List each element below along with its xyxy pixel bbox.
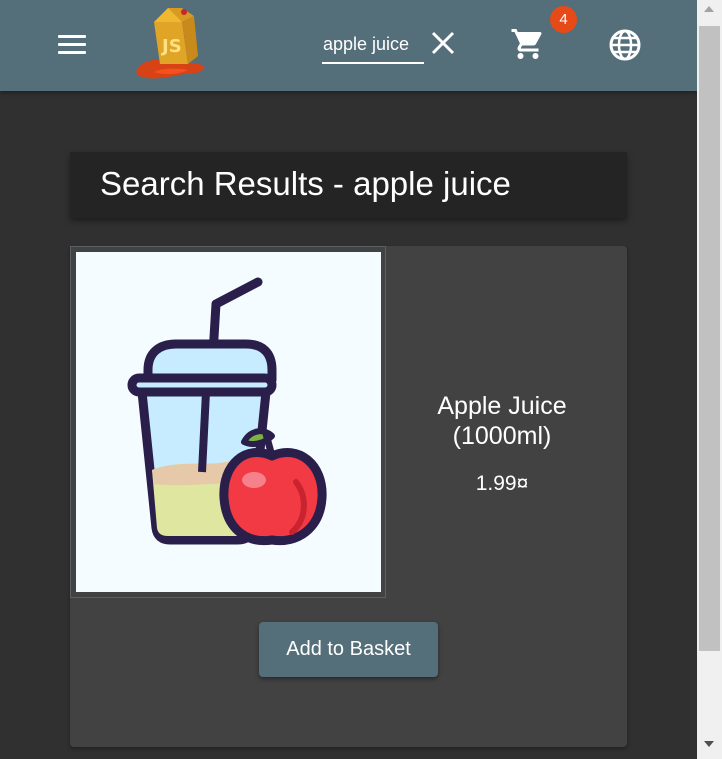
product-image-frame[interactable]	[70, 246, 386, 598]
scroll-up-arrow-icon[interactable]	[704, 6, 714, 12]
vertical-scrollbar[interactable]	[697, 0, 722, 759]
scrollbar-thumb[interactable]	[699, 26, 720, 651]
basket-button[interactable]	[510, 26, 546, 62]
product-card: Apple Juice (1000ml) 1.99¤ Add to Basket	[70, 246, 627, 747]
product-price: 1.99¤	[475, 472, 529, 495]
language-button[interactable]	[606, 26, 644, 64]
juice-shop-logo[interactable]: JS	[132, 2, 208, 84]
product-name: Apple Juice (1000ml)	[437, 392, 567, 450]
svg-text:JS: JS	[160, 36, 182, 57]
language-globe-icon	[609, 29, 641, 61]
close-icon	[431, 31, 455, 55]
clear-search-button[interactable]	[428, 28, 458, 58]
menu-button[interactable]	[56, 30, 88, 58]
add-to-basket-button[interactable]: Add to Basket	[259, 622, 438, 677]
top-toolbar: JS 4	[0, 0, 697, 91]
search-field[interactable]	[322, 28, 424, 64]
cart-count-badge: 4	[550, 6, 577, 33]
apple-juice-image[interactable]	[76, 252, 381, 592]
scroll-down-arrow-icon[interactable]	[704, 741, 714, 747]
shopping-cart-icon	[511, 29, 542, 59]
search-results-header: Search Results - apple juice	[70, 152, 627, 218]
search-input[interactable]	[322, 28, 424, 60]
page-title: Search Results - apple juice	[100, 165, 511, 202]
